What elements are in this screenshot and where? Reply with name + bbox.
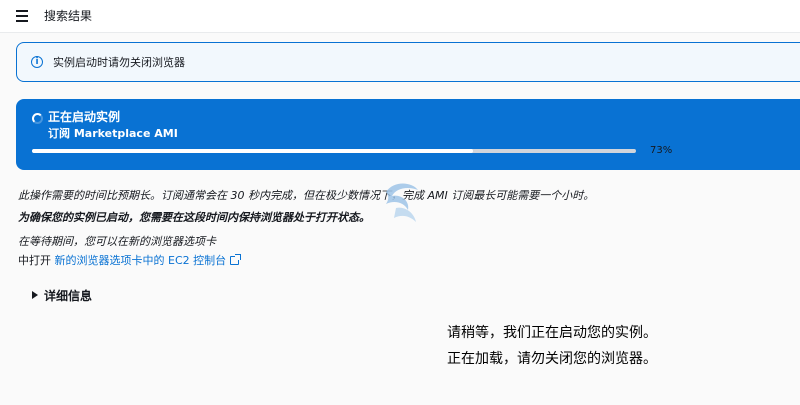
open-prefix-text: 中打开 [18, 254, 51, 267]
loading-overlay-message-1: 请稍等，我们正在启动您的实例。 [447, 325, 657, 341]
info-alert-text: 实例启动时请勿关闭浏览器 [53, 56, 185, 69]
watermark-logo [386, 183, 418, 222]
ec2-console-link[interactable]: 新的浏览器选项卡中的 EC2 控制台 [55, 254, 242, 267]
loading-overlay-message-2: 正在加载，请勿关闭您的浏览器。 [447, 351, 657, 367]
launch-status-text: 正在启动实例 [48, 110, 121, 124]
details-expander[interactable]: 详细信息 [32, 288, 92, 304]
details-label[interactable]: 详细信息 [44, 289, 92, 303]
page-title: 搜索结果 [44, 9, 93, 23]
launch-progress-card: 正在启动实例 订阅 Marketplace AMI [16, 99, 800, 170]
ec2-console-link-label[interactable]: 新的浏览器选项卡中的 EC2 控制台 [55, 254, 227, 267]
progress-bar-fill [32, 149, 473, 153]
progress-percent: 73% [650, 145, 673, 156]
progress-bar [32, 149, 636, 153]
info-icon: i [31, 56, 43, 68]
external-link-icon[interactable] [230, 254, 242, 265]
keep-browser-open-note: 为确保您的实例已启动，您需要在这段时间内保持浏览器处于打开状态。 [18, 211, 370, 224]
duration-note: 此操作需要的时间比预期长。订阅通常会在 30 秒内完成，但在极少数情况下，完成 … [18, 189, 595, 202]
top-bar: 搜索结果 [0, 0, 800, 33]
caret-right-icon[interactable] [32, 291, 38, 299]
open-console-line: 中打开 新的浏览器选项卡中的 EC2 控制台 [18, 253, 242, 269]
info-alert: i 实例启动时请勿关闭浏览器 [16, 42, 800, 82]
while-waiting-note: 在等待期间，您可以在新的浏览器选项卡 [18, 235, 216, 248]
hamburger-menu-icon[interactable] [14, 7, 32, 25]
launch-subtitle: 订阅 Marketplace AMI [48, 127, 178, 140]
loading-spinner-icon [32, 113, 43, 124]
